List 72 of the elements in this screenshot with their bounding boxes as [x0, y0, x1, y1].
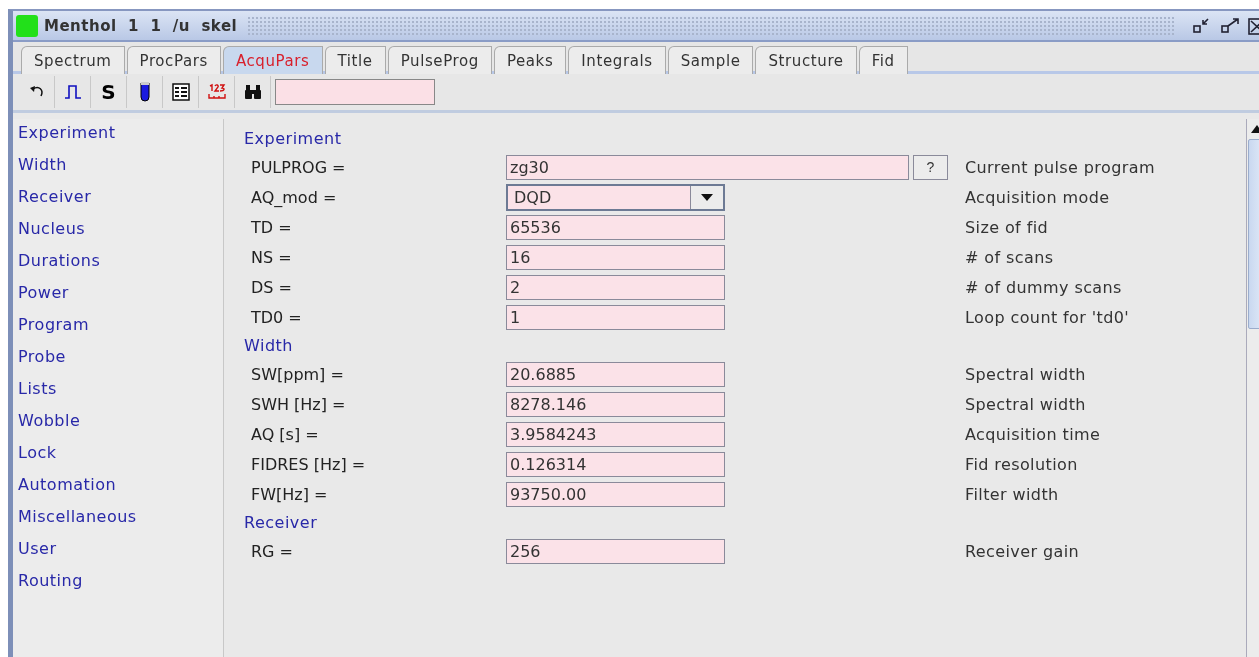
parameter-description: Acquisition time — [965, 424, 1101, 444]
sidebar-item[interactable]: Automation — [18, 474, 223, 506]
tab[interactable]: Integrals — [568, 46, 666, 75]
section-heading: Receiver — [244, 512, 319, 534]
caret-icon — [701, 193, 713, 201]
tab[interactable]: Spectrum — [21, 46, 125, 75]
mode-dropdown[interactable]: DQD — [506, 183, 725, 211]
tab[interactable]: PulseProg — [387, 46, 492, 75]
tab[interactable]: Peaks — [493, 46, 567, 75]
parameter-description: Size of fid — [965, 217, 1049, 237]
sidebar-item[interactable]: User — [18, 538, 223, 570]
sidebar-item[interactable]: Nucleus — [18, 218, 223, 250]
sidebar-item[interactable]: Width — [18, 154, 223, 186]
sidebar-item[interactable]: Receiver — [18, 186, 223, 218]
sidebar-item[interactable]: Durations — [18, 250, 223, 282]
parameter-label: TD0 = — [250, 307, 303, 327]
tab[interactable]: Sample — [667, 46, 754, 75]
parameter-label: TD = — [250, 217, 293, 237]
tab[interactable]: Title — [324, 46, 386, 75]
sidebar-item[interactable]: Miscellaneous — [18, 506, 223, 538]
s-button[interactable]: S — [91, 76, 127, 108]
maximize-icon[interactable] — [1220, 16, 1242, 35]
sidebar-item[interactable]: Power — [18, 282, 223, 314]
parameter-description: Receiver gain — [965, 541, 1080, 561]
parameter-description: Fid resolution — [965, 454, 1078, 474]
parameter-label: AQ [s] = — [250, 424, 320, 444]
parameter-label: SWH [Hz] = — [250, 394, 347, 414]
parameter-label: SW[ppm] = — [250, 364, 345, 384]
sidebar-item[interactable]: Program — [18, 314, 223, 346]
value-field[interactable]: 0.126314 — [506, 451, 725, 477]
parameter-label: RG = — [250, 541, 294, 561]
value-field[interactable]: 2 — [506, 274, 725, 300]
search-field[interactable] — [275, 79, 435, 105]
value-field[interactable]: 8278.146 — [506, 391, 725, 417]
parameter-label: FW[Hz] = — [250, 484, 329, 504]
close-icon[interactable] — [1248, 16, 1259, 35]
parameter-label: PULPROG = — [250, 157, 347, 177]
value-field[interactable]: 1 — [506, 304, 725, 330]
section-heading: Width — [244, 335, 294, 357]
value-field[interactable]: 256 — [506, 538, 725, 564]
sidebar-item[interactable]: Lists — [18, 378, 223, 410]
tab[interactable]: AcquPars — [222, 46, 323, 75]
sidebar-item[interactable]: Routing — [18, 570, 223, 602]
tab[interactable]: Structure — [755, 46, 857, 75]
parameter-description: Current pulse program — [965, 157, 1155, 177]
help-button[interactable]: ? — [913, 154, 948, 180]
sidebar-item[interactable]: Wobble — [18, 410, 223, 442]
parameter-label: NS = — [250, 247, 293, 267]
parameter-label: DS = — [250, 277, 293, 297]
value-field[interactable]: 16 — [506, 244, 725, 270]
value-field[interactable]: 20.6885 — [506, 361, 725, 387]
parameter-description: Filter width — [965, 484, 1059, 504]
value-field[interactable]: zg30 — [506, 154, 909, 180]
window-title: Menthol 1 1 /u skel — [44, 16, 238, 35]
parameter-description: Spectral width — [965, 364, 1086, 384]
sidebar-item[interactable]: Experiment — [18, 122, 223, 154]
parameter-label: AQ_mod = — [250, 187, 338, 207]
parameter-description: Acquisition mode — [965, 187, 1110, 207]
sidebar-item[interactable]: Lock — [18, 442, 223, 474]
section-heading: Experiment — [244, 128, 343, 150]
value-field[interactable]: 3.9584243 — [506, 421, 725, 447]
tab[interactable]: ProcPars — [126, 46, 221, 75]
value-field[interactable]: 93750.00 — [506, 481, 725, 507]
tab[interactable]: Fid — [858, 46, 908, 75]
parameter-description: Spectral width — [965, 394, 1086, 414]
status-square — [16, 14, 38, 37]
parameter-label: FIDRES [Hz] = — [250, 454, 367, 474]
sidebar-item[interactable]: Probe — [18, 346, 223, 378]
parameter-description: Loop count for 'td0' — [965, 307, 1130, 327]
parameter-description: # of scans — [965, 247, 1054, 267]
parameter-description: # of dummy scans — [965, 277, 1122, 297]
value-field[interactable]: 65536 — [506, 214, 725, 240]
